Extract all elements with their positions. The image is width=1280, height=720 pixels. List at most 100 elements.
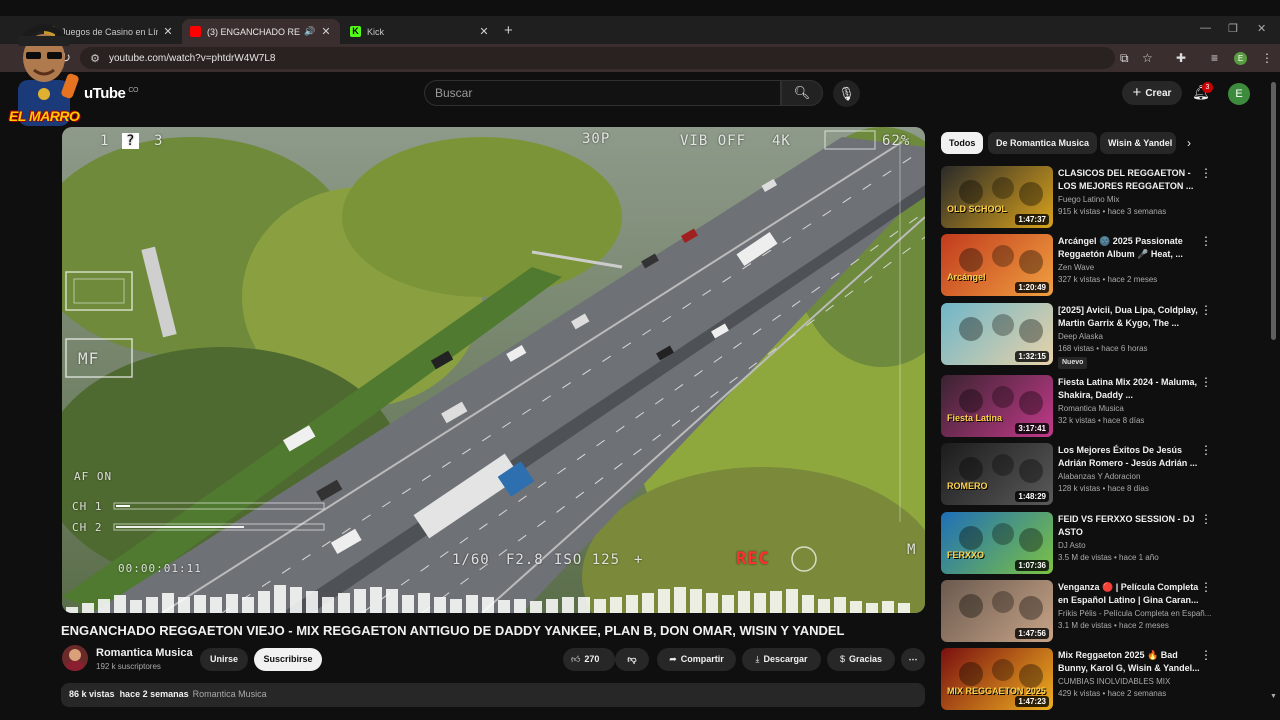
address-bar[interactable]: ⚙ youtube.com/watch?v=phtdrW4W7L8 xyxy=(80,47,1115,69)
minimize-icon[interactable]: — xyxy=(1200,22,1211,34)
recommended-title[interactable]: Venganza 🔴 | Película Completa en Españo… xyxy=(1058,581,1210,607)
more-vertical-icon[interactable]: ⋮ xyxy=(1200,303,1212,317)
search-button[interactable]: 🔍︎ xyxy=(781,80,823,106)
recommended-video[interactable]: FERXXO 1:07:36 FEID VS FERXXO SESSION - DJ… xyxy=(941,512,1241,574)
new-tab-button[interactable]: + xyxy=(504,22,513,39)
recommended-channel[interactable]: DJ Asto xyxy=(1058,541,1218,550)
chip-wisin-yandel[interactable]: Wisin & Yandel xyxy=(1100,132,1176,154)
extensions-icon[interactable]: ✚ xyxy=(1176,51,1186,65)
recommended-title[interactable]: Mix Reggaeton 2025 🔥 Bad Bunny, Karol G,… xyxy=(1058,649,1210,675)
close-tab-icon[interactable]: ✕ xyxy=(162,25,174,38)
video-thumbnail[interactable]: Fiesta Latina 3:17:41 xyxy=(941,375,1053,437)
channel-avatar[interactable] xyxy=(62,645,88,671)
video-thumbnail[interactable]: MIX REGGAETON 2025 1:47:23 xyxy=(941,648,1053,710)
recommended-title[interactable]: Fiesta Latina Mix 2024 - Maluma, Shakira… xyxy=(1058,376,1210,402)
video-thumbnail[interactable]: 1:32:15 xyxy=(941,303,1053,365)
recommended-title[interactable]: Arcángel 🌚 2025 Passionate Reggaetón Alb… xyxy=(1058,235,1210,261)
recommended-channel[interactable]: Fuego Latino Mix xyxy=(1058,195,1218,204)
recommended-title[interactable]: CLASICOS DEL REGGAETON - LOS MEJORES REG… xyxy=(1058,167,1210,193)
more-vertical-icon[interactable]: ⋮ xyxy=(1200,166,1212,180)
subscribe-button[interactable]: Suscribirse xyxy=(254,648,322,671)
create-button[interactable]: + Crear xyxy=(1122,81,1182,105)
account-avatar[interactable]: E xyxy=(1228,83,1250,105)
url-text: youtube.com/watch?v=phtdrW4W7L8 xyxy=(109,52,276,64)
video-thumbnail[interactable]: Arcángel 1:20:49 xyxy=(941,234,1053,296)
tab-title: Kick xyxy=(367,26,385,37)
hud-battery: 62% xyxy=(882,133,911,149)
kick-favicon-icon: K xyxy=(350,26,361,37)
tab-youtube[interactable]: (3) ENGANCHADO REGGAE 🔊 ✕ xyxy=(182,19,340,44)
recommended-video[interactable]: Arcángel 1:20:49 Arcángel 🌚 2025 Passionat… xyxy=(941,234,1241,296)
recommended-video[interactable]: ROMERO 1:48:29 Los Mejores Éxitos De Jesús… xyxy=(941,443,1241,505)
recommended-meta: 429 k vistas • hace 2 semanas xyxy=(1058,689,1167,698)
recommended-title[interactable]: Los Mejores Éxitos De Jesús Adrián Romer… xyxy=(1058,444,1210,470)
install-app-icon[interactable]: ⧉ xyxy=(1120,51,1129,66)
recommended-video[interactable]: Fiesta Latina 3:17:41 Fiesta Latina Mix 20… xyxy=(941,375,1241,437)
recommended-video[interactable]: 1:47:56 Venganza 🔴 | Película Completa en… xyxy=(941,580,1241,642)
site-info-icon[interactable]: ⚙ xyxy=(84,52,106,65)
page-scrollbar[interactable] xyxy=(1271,82,1276,340)
join-button[interactable]: Unirse xyxy=(200,648,248,671)
maximize-icon[interactable]: ❐ xyxy=(1228,22,1238,35)
browser-menu-icon[interactable]: ⋮ xyxy=(1261,51,1273,65)
share-icon: ➦ xyxy=(669,654,677,664)
create-label: Crear xyxy=(1145,88,1172,99)
video-duration: 3:17:41 xyxy=(1015,423,1049,434)
video-duration: 1:47:23 xyxy=(1015,696,1049,707)
browser-tab-bar: Juegos de Casino en Línea | Ca ✕ (3) ENG… xyxy=(0,16,1280,44)
chevron-right-icon[interactable]: › xyxy=(1187,136,1191,150)
like-button[interactable]: 👍︎ 270 xyxy=(563,648,615,671)
video-thumbnail[interactable]: OLD SCHOOL 1:47:37 xyxy=(941,166,1053,228)
recommended-channel[interactable]: Deep Alaska xyxy=(1058,332,1218,341)
video-thumbnail[interactable]: 1:47:56 xyxy=(941,580,1053,642)
more-vertical-icon[interactable]: ⋮ xyxy=(1200,580,1212,594)
more-vertical-icon[interactable]: ⋮ xyxy=(1200,648,1212,662)
search-input[interactable]: Buscar xyxy=(424,80,781,106)
browser-profile-avatar[interactable]: E xyxy=(1234,52,1247,65)
region-code: CO xyxy=(128,87,138,94)
close-tab-icon[interactable]: ✕ xyxy=(320,25,332,38)
chip-channel[interactable]: De Romantica Musica xyxy=(988,132,1098,154)
hud-channel-2: CH 2 xyxy=(72,521,103,534)
more-vertical-icon[interactable]: ⋮ xyxy=(1200,512,1212,526)
share-button[interactable]: ➦ Compartir xyxy=(657,648,736,671)
recommended-channel[interactable]: Alabanzas Y Adoracion xyxy=(1058,472,1218,481)
thanks-button[interactable]: $ Gracias xyxy=(827,648,895,671)
media-control-icon[interactable]: ≡ xyxy=(1211,51,1218,65)
description-channel-link[interactable]: Romantica Musica xyxy=(193,689,267,699)
download-button[interactable]: ⤓ Descargar xyxy=(742,648,821,671)
recommended-channel[interactable]: Frikis Pélis - Película Completa en Espa… xyxy=(1058,609,1218,618)
window-close-icon[interactable]: ✕ xyxy=(1257,22,1266,35)
chip-all[interactable]: Todos xyxy=(941,132,984,154)
recommended-channel[interactable]: CUMBIAS INOLVIDABLES MIX xyxy=(1058,677,1218,686)
recommended-title[interactable]: [2025] Avicii, Dua Lipa, Coldplay, Marti… xyxy=(1058,304,1210,330)
view-count: 86 k vistas xyxy=(69,689,115,699)
youtube-logo[interactable]: uTube CO xyxy=(84,85,138,102)
bookmark-star-icon[interactable]: ☆ xyxy=(1142,51,1153,65)
more-vertical-icon[interactable]: ⋮ xyxy=(1200,234,1212,248)
recommended-video[interactable]: 1:32:15 [2025] Avicii, Dua Lipa, Coldplay… xyxy=(941,303,1241,369)
hud-manual-focus: MF xyxy=(78,349,100,368)
video-player[interactable]: 1 ? 3 30P VIB OFF 4K 62% MF AF ON CH 1 C… xyxy=(62,127,925,613)
microphone-icon: 🎙︎ xyxy=(838,86,855,101)
channel-name[interactable]: Romantica Musica xyxy=(96,647,193,659)
dislike-button[interactable]: 👎︎ xyxy=(615,648,649,671)
voice-search-button[interactable]: 🎙︎ xyxy=(833,80,860,107)
video-thumbnail[interactable]: FERXXO 1:07:36 xyxy=(941,512,1053,574)
tab-kick[interactable]: K Kick ✕ xyxy=(342,19,498,44)
thumbnail-text: FERXXO xyxy=(947,550,985,560)
recommended-video[interactable]: MIX REGGAETON 2025 1:47:23 Mix Reggaeton 2… xyxy=(941,648,1241,710)
recommended-title[interactable]: FEID VS FERXXO SESSION - DJ ASTO xyxy=(1058,513,1210,539)
recommended-channel[interactable]: Romantica Musica xyxy=(1058,404,1218,413)
recommended-channel[interactable]: Zen Wave xyxy=(1058,263,1218,272)
more-vertical-icon[interactable]: ⋮ xyxy=(1200,443,1212,457)
search-icon: 🔍︎ xyxy=(793,85,811,100)
scroll-down-arrow-icon[interactable]: ▼ xyxy=(1270,693,1277,700)
audio-playing-icon[interactable]: 🔊 xyxy=(304,26,316,37)
more-vertical-icon[interactable]: ⋮ xyxy=(1200,375,1212,389)
video-thumbnail[interactable]: ROMERO 1:48:29 xyxy=(941,443,1053,505)
close-tab-icon[interactable]: ✕ xyxy=(478,25,490,38)
recommended-video[interactable]: OLD SCHOOL 1:47:37 CLASICOS DEL REGGAETON … xyxy=(941,166,1241,228)
more-actions-button[interactable]: ⋯ xyxy=(901,648,925,671)
description-box[interactable]: 86 k vistas hace 2 semanas Romantica Musi… xyxy=(61,683,925,707)
